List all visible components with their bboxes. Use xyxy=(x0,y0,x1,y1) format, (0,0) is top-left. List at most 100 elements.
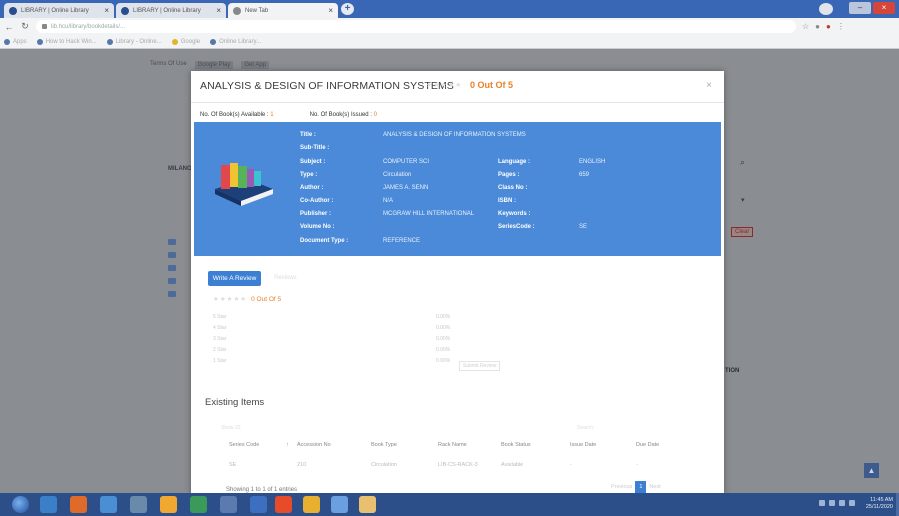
bookmark-apps[interactable]: Apps xyxy=(4,38,27,45)
detail-subject-value: COMPUTER SCI xyxy=(383,159,430,165)
folder-icon xyxy=(171,38,178,45)
background-link: Get App xyxy=(241,61,270,69)
address-bar: ← ↻ lib.hcu/library/bookdetails/... ☆ ● … xyxy=(0,18,899,35)
book-icon xyxy=(168,278,176,284)
scroll-top-icon: ▲ xyxy=(864,463,879,478)
detail-publisher-value: MCGRAW HILL INTERNATIONAL xyxy=(383,211,475,217)
bookmarks-bar: Apps How to Hack Win... Library - Online… xyxy=(0,35,899,49)
col-rack-name[interactable]: Rack Name xyxy=(438,442,467,448)
sort-arrows-icon[interactable]: ↑ xyxy=(286,442,289,448)
tab-label: LIBRARY | Online Library xyxy=(21,7,89,14)
pagination-previous[interactable]: Previous xyxy=(611,484,632,490)
submit-review-button[interactable]: Submit Review xyxy=(459,361,501,371)
bookmark-item[interactable]: Online Library... xyxy=(210,38,261,45)
folder-icon[interactable] xyxy=(359,496,376,513)
bookmark-icon xyxy=(36,38,43,45)
bookmark-icon xyxy=(210,38,217,45)
tab-label: LIBRARY | Online Library xyxy=(133,7,201,14)
detail-author-value: JAMES A. SENN xyxy=(383,185,429,191)
background-sidebar-icons xyxy=(168,239,176,297)
browser-icon[interactable] xyxy=(275,496,292,513)
reviews-tab[interactable]: Reviews xyxy=(274,275,297,281)
bookmark-item[interactable]: Library - Online... xyxy=(106,38,162,45)
taskbar-clock[interactable]: 11:45 AM 25/11/2020 xyxy=(866,497,893,511)
app-icon[interactable] xyxy=(100,496,117,513)
col-accession-no[interactable]: Accession No xyxy=(297,442,331,448)
books-illustration-icon xyxy=(215,163,273,206)
tool-icon[interactable] xyxy=(130,496,147,513)
close-icon[interactable]: × xyxy=(706,80,712,91)
cell-series-code: SE xyxy=(229,462,237,468)
col-issue-date[interactable]: Issue Date xyxy=(570,442,596,448)
detail-coauthor-value: N/A xyxy=(383,198,394,204)
issued-count: No. Of Book(s) Issued : 0 xyxy=(309,112,377,118)
extension-icon[interactable]: ● xyxy=(815,22,820,31)
close-window-button[interactable]: × xyxy=(873,2,895,14)
windows-taskbar: 11:45 AM 25/11/2020 xyxy=(0,493,899,516)
app-icon[interactable] xyxy=(160,496,177,513)
close-tab-icon[interactable]: × xyxy=(328,6,333,15)
new-tab-button[interactable]: + xyxy=(341,3,354,15)
network-icon[interactable] xyxy=(819,500,825,506)
browser-tab-3[interactable]: New Tab × xyxy=(228,3,338,18)
detail-pages-value: 659 xyxy=(579,172,590,178)
background-link: Google Play xyxy=(194,61,234,69)
browser-tab-2[interactable]: LIBRARY | Online Library × xyxy=(116,3,226,18)
col-series-code[interactable]: Series Code xyxy=(229,442,259,448)
volume-icon[interactable] xyxy=(839,500,845,506)
col-due-date[interactable]: Due Date xyxy=(636,442,659,448)
app-icon[interactable] xyxy=(331,496,348,513)
app-icon[interactable] xyxy=(220,496,237,513)
chevron-down-icon: ▾ xyxy=(741,197,745,204)
bookmark-icon xyxy=(106,38,113,45)
detail-seriescode: SeriesCode : xyxy=(498,224,535,230)
menu-dots-icon[interactable]: ⋮ xyxy=(837,22,845,31)
close-tab-icon[interactable]: × xyxy=(104,6,109,15)
start-button-icon[interactable] xyxy=(12,496,29,513)
bookmark-item[interactable]: Google xyxy=(171,38,200,45)
minimize-button[interactable]: – xyxy=(849,2,871,14)
app-icon[interactable] xyxy=(190,496,207,513)
detail-doctype: Document Type : xyxy=(300,238,349,244)
table-search-label[interactable]: Search: xyxy=(577,425,594,431)
rating-text: 0 Out Of 5 xyxy=(470,80,514,90)
close-tab-icon[interactable]: × xyxy=(216,6,221,15)
modal-header: ANALYSIS & DESIGN OF INFORMATION SYSTEMS… xyxy=(191,71,724,103)
detail-author: Author : xyxy=(300,185,324,191)
write-review-button[interactable]: Write A Review xyxy=(208,271,261,286)
folder-icon xyxy=(168,291,176,297)
star-row-pct: 0.00% xyxy=(436,314,451,320)
user-icon xyxy=(168,265,176,271)
detail-language-value: ENGLISH xyxy=(579,159,606,165)
extension-icon[interactable]: ● xyxy=(826,22,831,31)
vlc-icon[interactable] xyxy=(70,496,87,513)
review-rating-text: 0 Out Of 5 xyxy=(251,295,282,303)
cell-book-status: Available xyxy=(501,462,524,468)
bookmark-item[interactable]: How to Hack Win... xyxy=(36,38,97,45)
profile-avatar[interactable] xyxy=(819,3,833,15)
search-icon: ⌕ xyxy=(740,157,746,167)
file-explorer-icon[interactable] xyxy=(40,496,57,513)
star-row-label: 4 Star xyxy=(213,325,227,331)
detail-subtitle: Sub-Title : xyxy=(300,145,330,151)
background-section-heading: TION xyxy=(725,368,740,374)
flag-icon[interactable] xyxy=(849,500,855,506)
reload-icon[interactable]: ↻ xyxy=(20,21,30,32)
star-row-label: 2 Star xyxy=(213,347,227,353)
detail-pages: Pages : xyxy=(498,172,520,178)
app-icon[interactable] xyxy=(250,496,267,513)
star-bookmark-icon[interactable]: ☆ xyxy=(802,22,809,31)
entries-select[interactable]: Show 10 xyxy=(221,425,240,431)
detail-type-value: Circulation xyxy=(383,172,412,178)
window-controls: – × xyxy=(849,2,895,14)
available-count: No. Of Book(s) Available : 1 xyxy=(200,112,274,118)
back-arrow-icon[interactable]: ← xyxy=(4,22,14,32)
shield-icon[interactable] xyxy=(829,500,835,506)
browser-tab-1[interactable]: LIBRARY | Online Library × xyxy=(4,3,114,18)
col-book-type[interactable]: Book Type xyxy=(371,442,397,448)
col-book-status[interactable]: Book Status xyxy=(501,442,531,448)
chrome-icon[interactable] xyxy=(303,496,320,513)
url-input[interactable]: lib.hcu/library/bookdetails/... xyxy=(36,20,796,33)
pagination-page-1[interactable]: 1 xyxy=(635,481,647,493)
pagination-next[interactable]: Next xyxy=(649,484,660,490)
